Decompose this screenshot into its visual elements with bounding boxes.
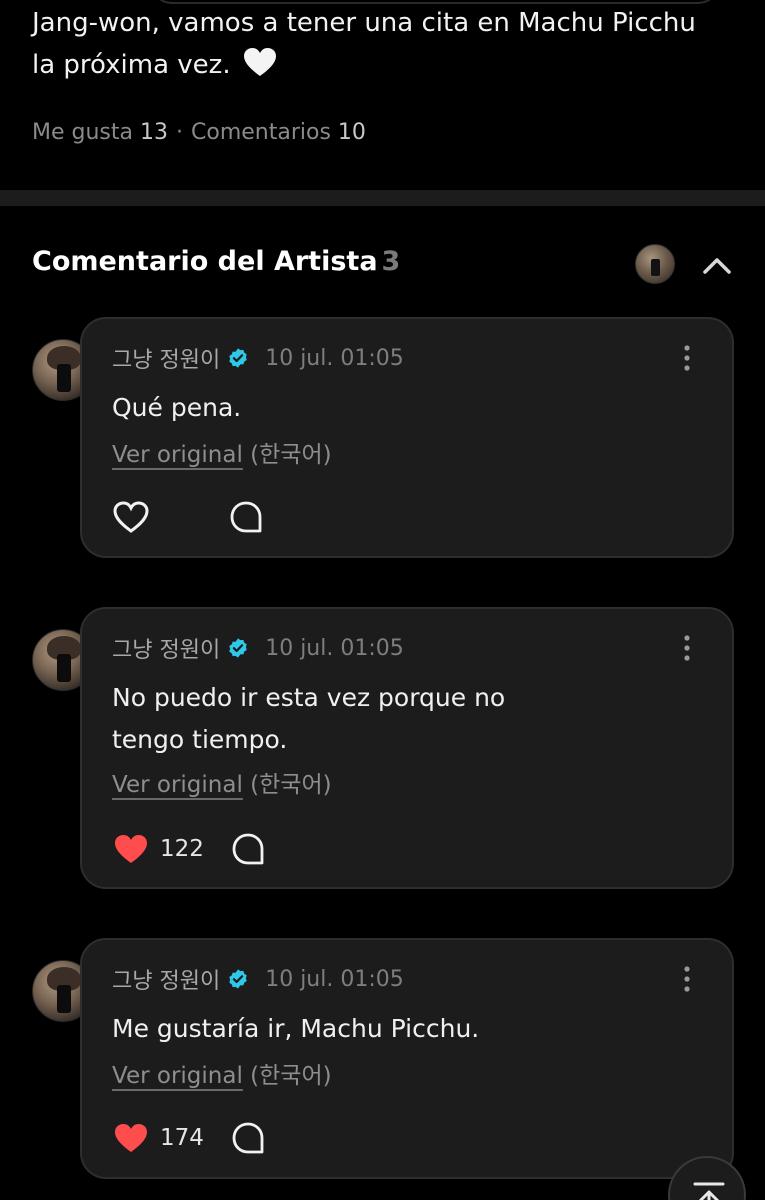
heart-icon [113, 501, 149, 533]
chevron-up-icon [703, 258, 731, 274]
likes-label: Me gusta [32, 120, 133, 145]
artist-comment-header: Comentario del Artista 3 [32, 244, 737, 286]
translation-row: Ver original (한국어) [112, 435, 332, 469]
likes-stat[interactable]: Me gusta 13 [32, 120, 168, 145]
section-divider [0, 190, 765, 206]
likes-count: 13 [140, 120, 168, 145]
comment-time: 10 jul. 01:05 [265, 635, 404, 661]
post-text-line1: Jang-won, vamos a tener una cita en Mach… [32, 8, 696, 38]
more-vertical-icon [684, 635, 690, 661]
comment-actions [112, 497, 264, 537]
comment-card: 그냥 정원이 10 jul. 01:05 No puedo ir esta ve… [80, 607, 734, 889]
comment-meta: 그냥 정원이 10 jul. 01:05 [112, 631, 404, 665]
verified-badge-icon [229, 638, 247, 658]
artist-avatar[interactable] [635, 244, 675, 284]
comment-actions: 174 [112, 1118, 266, 1158]
comment-actions: 122 [112, 829, 266, 869]
see-original-link[interactable]: Ver original [112, 1063, 243, 1089]
more-vertical-icon [684, 966, 690, 992]
original-language: (한국어) [250, 442, 332, 468]
translation-row: Ver original (한국어) [112, 1056, 332, 1090]
like-count: 174 [160, 1125, 204, 1151]
comment-bubble-icon [230, 501, 262, 533]
comment-text: Qué pena. [112, 393, 242, 422]
more-options-button[interactable] [682, 343, 692, 373]
section-count: 3 [381, 246, 401, 277]
see-original-link[interactable]: Ver original [112, 442, 243, 468]
separator-dot: · [176, 120, 183, 145]
comment-text: No puedo ir esta vez porque no tengo tie… [112, 683, 506, 754]
post-stats: Me gusta 13 · Comentarios 10 [32, 120, 366, 145]
more-options-button[interactable] [682, 964, 692, 994]
more-vertical-icon [684, 345, 690, 371]
white-heart-emoji [243, 47, 277, 90]
reply-button[interactable] [230, 831, 266, 867]
original-language: (한국어) [250, 1063, 332, 1089]
post-text: Jang-won, vamos a tener una cita en Mach… [32, 2, 752, 90]
comment-bubble-icon [232, 1122, 264, 1154]
translation-row: Ver original (한국어) [112, 765, 332, 799]
comments-stat[interactable]: Comentarios 10 [191, 120, 366, 145]
see-original-link[interactable]: Ver original [112, 772, 243, 798]
reply-button[interactable] [230, 1120, 266, 1156]
author-name[interactable]: 그냥 정원이 [112, 963, 220, 995]
collapse-button[interactable] [697, 248, 737, 282]
heart-icon [115, 1124, 147, 1152]
author-name[interactable]: 그냥 정원이 [112, 632, 220, 664]
post-text-line2: la próxima vez. [32, 50, 231, 80]
like-button[interactable]: 174 [112, 1118, 204, 1158]
reply-button[interactable] [228, 499, 264, 535]
comments-label: Comentarios [191, 120, 331, 145]
comment-meta: 그냥 정원이 10 jul. 01:05 [112, 962, 404, 996]
author-name[interactable]: 그냥 정원이 [112, 342, 220, 374]
verified-badge-icon [229, 969, 247, 989]
scroll-to-top-button[interactable] [668, 1156, 746, 1200]
comment-bubble-icon [232, 833, 264, 865]
like-button[interactable]: 122 [112, 829, 204, 869]
comment-text: Me gustaría ir, Machu Picchu. [112, 1014, 480, 1043]
comment-card: 그냥 정원이 10 jul. 01:05 Qué pena. Ver origi… [80, 317, 734, 558]
like-button[interactable] [112, 497, 150, 537]
comments-count: 10 [337, 120, 366, 145]
more-options-button[interactable] [682, 633, 692, 663]
comment-card: 그냥 정원이 10 jul. 01:05 Me gustaría ir, Mac… [80, 938, 734, 1179]
comment-meta: 그냥 정원이 10 jul. 01:05 [112, 341, 404, 375]
scroll-to-top-icon [693, 1182, 725, 1200]
like-count: 122 [160, 836, 204, 862]
section-title: Comentario del Artista [32, 246, 378, 277]
comment-time: 10 jul. 01:05 [265, 966, 404, 992]
verified-badge-icon [229, 348, 247, 368]
original-language: (한국어) [250, 772, 332, 798]
comment-time: 10 jul. 01:05 [265, 345, 404, 371]
heart-icon [115, 835, 147, 863]
